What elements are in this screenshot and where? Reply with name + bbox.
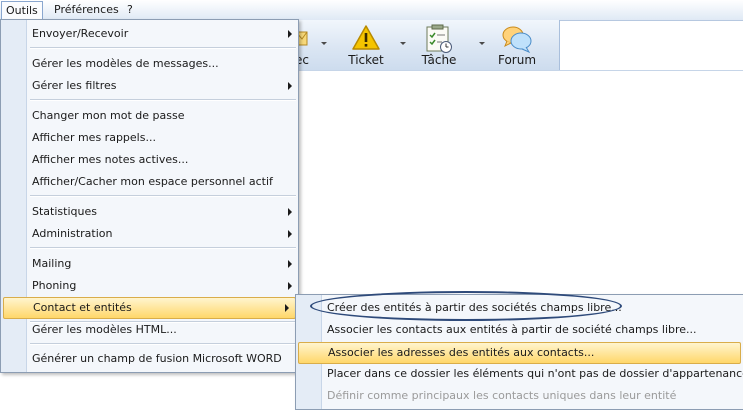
- menu-item-creer-entites[interactable]: Créer des entités à partir des sociétés …: [296, 297, 743, 319]
- menu-item-associer-adresses[interactable]: Associer les adresses des entités aux co…: [298, 342, 741, 364]
- menu-separator: [30, 247, 296, 249]
- menu-item-label: Générer un champ de fusion Microsoft WOR…: [32, 352, 282, 365]
- menu-separator: [30, 99, 296, 101]
- menu-item-label: Phoning: [32, 279, 77, 292]
- toolbar-envelope-button[interactable]: ec: [295, 24, 323, 68]
- toolbar-forum-label: Forum: [497, 53, 537, 67]
- envelope-dropdown-arrow-icon[interactable]: [321, 42, 327, 45]
- toolbar-envelope-label: ec: [295, 53, 309, 67]
- menu-item-label: Afficher/Cacher mon espace personnel act…: [32, 175, 273, 188]
- contact-entites-submenu: Créer des entités à partir des sociétés …: [295, 294, 743, 410]
- menu-item-label: Afficher mes rappels...: [32, 131, 156, 144]
- menu-item-label: Afficher mes notes actives...: [32, 153, 189, 166]
- ticket-dropdown-arrow-icon[interactable]: [400, 42, 406, 45]
- submenu-arrow-icon: [288, 260, 292, 268]
- toolbar-forum-button[interactable]: Forum: [495, 24, 539, 68]
- menu-separator: [30, 343, 296, 345]
- submenu-arrow-icon: [288, 30, 292, 38]
- menu-preferences[interactable]: Préférences: [50, 1, 123, 18]
- menu-item-label: Mailing: [32, 257, 72, 270]
- menu-item-label: Gérer les filtres: [32, 79, 117, 92]
- outils-menu: Envoyer/Recevoir Gérer les modèles de me…: [0, 19, 299, 373]
- menu-item-associer-contacts[interactable]: Associer les contacts aux entités à part…: [296, 319, 743, 341]
- toolbar-tache-label: Tâche: [421, 53, 457, 67]
- menu-item-afficher-notes[interactable]: Afficher mes notes actives...: [1, 149, 298, 171]
- menu-item-label: Créer des entités à partir des sociétés …: [327, 301, 622, 314]
- menu-item-gerer-filtres[interactable]: Gérer les filtres: [1, 75, 298, 97]
- menu-item-label: Contact et entités: [33, 301, 132, 314]
- menu-item-administration[interactable]: Administration: [1, 223, 298, 245]
- menu-separator: [30, 47, 296, 49]
- menu-separator: [30, 195, 296, 197]
- menu-item-label: Associer les contacts aux entités à part…: [327, 323, 697, 336]
- menu-item-label: Placer dans ce dossier les éléments qui …: [327, 367, 743, 380]
- menu-item-gerer-modeles-messages[interactable]: Gérer les modèles de messages...: [1, 53, 298, 75]
- menu-item-generer-champ-fusion[interactable]: Générer un champ de fusion Microsoft WOR…: [1, 348, 298, 370]
- menu-item-changer-mot-de-passe[interactable]: Changer mon mot de passe: [1, 105, 298, 127]
- menu-item-label: Associer les adresses des entités aux co…: [328, 346, 595, 359]
- menu-outils[interactable]: Outils: [1, 1, 43, 20]
- menubar: Outils Préférences ?: [0, 0, 743, 21]
- menu-item-envoyer-recevoir[interactable]: Envoyer/Recevoir: [1, 23, 298, 45]
- warning-icon: [352, 25, 380, 50]
- submenu-arrow-icon: [285, 304, 289, 312]
- menu-item-label: Changer mon mot de passe: [32, 109, 185, 122]
- menu-item-label: Gérer les modèles de messages...: [32, 57, 219, 70]
- submenu-arrow-icon: [288, 230, 292, 238]
- toolbar-ticket-label: Ticket: [348, 53, 384, 67]
- menu-help[interactable]: ?: [123, 1, 137, 18]
- submenu-arrow-icon: [288, 282, 292, 290]
- forum-chat-bubbles-icon: [502, 26, 532, 54]
- menu-item-label: Définir comme principaux les contacts un…: [327, 389, 677, 402]
- menu-item-gerer-modeles-html[interactable]: Gérer les modèles HTML...: [1, 319, 298, 341]
- menu-item-statistiques[interactable]: Statistiques: [1, 201, 298, 223]
- menu-item-afficher-rappels[interactable]: Afficher mes rappels...: [1, 127, 298, 149]
- submenu-arrow-icon: [288, 82, 292, 90]
- toolbar-tache-button[interactable]: Tâche: [417, 24, 461, 68]
- menu-item-phoning[interactable]: Phoning: [1, 275, 298, 297]
- task-checklist-icon: [426, 24, 452, 53]
- menu-item-mailing[interactable]: Mailing: [1, 253, 298, 275]
- menu-item-placer-dossier[interactable]: Placer dans ce dossier les éléments qui …: [296, 363, 743, 385]
- menu-item-contact-entites[interactable]: Contact et entités: [3, 297, 296, 319]
- toolbar-ticket-button[interactable]: Ticket: [341, 24, 391, 68]
- menu-item-definir-principaux: Définir comme principaux les contacts un…: [296, 385, 743, 407]
- menu-item-label: Statistiques: [32, 205, 97, 218]
- menu-item-afficher-espace[interactable]: Afficher/Cacher mon espace personnel act…: [1, 171, 298, 193]
- submenu-arrow-icon: [288, 208, 292, 216]
- menu-item-label: Administration: [32, 227, 113, 240]
- menu-item-label: Gérer les modèles HTML...: [32, 323, 177, 336]
- menu-item-label: Envoyer/Recevoir: [32, 27, 129, 40]
- tache-dropdown-arrow-icon[interactable]: [479, 42, 485, 45]
